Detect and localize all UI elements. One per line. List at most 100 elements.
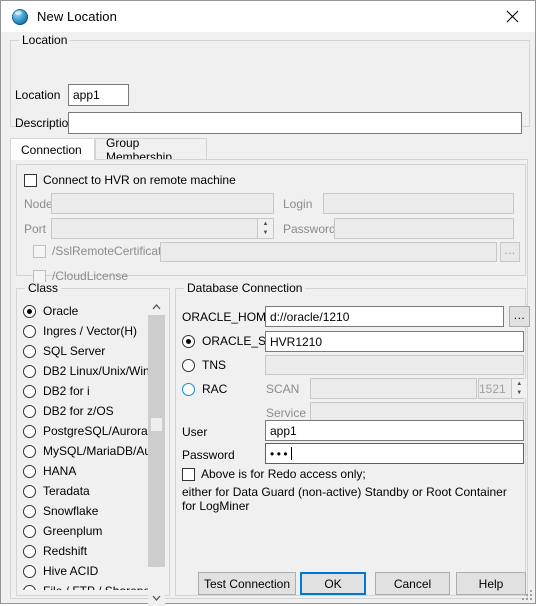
login-label: Login — [283, 197, 312, 211]
class-radio-postgresql-dot — [23, 425, 36, 438]
login-input[interactable] — [323, 193, 514, 214]
connection-tab-panel: Connect to HVR on remote machine Node Lo… — [10, 159, 528, 599]
test-connection-button[interactable]: Test Connection — [198, 572, 296, 595]
class-radio-hana-dot — [23, 465, 36, 478]
class-radio-db2-zos-label: DB2 for z/OS — [43, 404, 114, 418]
close-icon[interactable] — [490, 1, 535, 31]
class-radio-sql-server[interactable]: SQL Server — [23, 344, 105, 358]
class-radio-greenplum[interactable]: Greenplum — [23, 524, 102, 538]
service-label: Service — [266, 406, 306, 420]
rac-radio-dot — [182, 383, 195, 396]
class-radio-snowflake-label: Snowflake — [43, 504, 98, 518]
class-list-scrollbar[interactable] — [148, 298, 165, 606]
class-radio-sql-server-label: SQL Server — [43, 344, 105, 358]
description-input[interactable] — [68, 112, 522, 134]
rac-radio[interactable]: RAC — [182, 382, 227, 396]
class-list[interactable]: Oracle Ingres / Vector(H) SQL Server DB2… — [19, 298, 165, 590]
rac-radio-label: RAC — [202, 382, 227, 396]
location-group-title: Location — [19, 34, 70, 47]
class-radio-greenplum-dot — [23, 525, 36, 538]
class-list-scrollbar-track[interactable] — [148, 315, 165, 589]
help-button-label: Help — [479, 577, 504, 591]
port-spinner-up-icon[interactable]: ▲ — [258, 219, 273, 229]
ssl-remote-certificate-checkbox-box — [33, 245, 46, 258]
cancel-button[interactable]: Cancel — [375, 572, 450, 595]
class-radio-redshift-label: Redshift — [43, 544, 87, 558]
class-radio-teradata-label: Teradata — [43, 484, 90, 498]
button-bar: Test Connection OK Cancel Help — [1, 566, 535, 603]
oracle-home-input[interactable]: d://oracle/1210 — [265, 306, 504, 327]
cancel-button-label: Cancel — [394, 577, 431, 591]
class-radio-ingres-vector-dot — [23, 325, 36, 338]
class-radio-db2-zos[interactable]: DB2 for z/OS — [23, 404, 114, 418]
class-radio-oracle[interactable]: Oracle — [23, 304, 78, 318]
oracle-sid-input[interactable]: HVR1210 — [265, 331, 524, 352]
port-spinner-buttons[interactable]: ▲ ▼ — [257, 219, 273, 238]
ssl-browse-button[interactable]: ... — [500, 242, 520, 262]
class-radio-db2-for-i[interactable]: DB2 for i — [23, 384, 90, 398]
db-password-input[interactable]: ••• — [265, 443, 524, 464]
class-radio-teradata[interactable]: Teradata — [23, 484, 90, 498]
connect-remote-checkbox[interactable]: Connect to HVR on remote machine — [24, 173, 236, 187]
port-label: Port — [24, 222, 46, 236]
class-radio-redshift[interactable]: Redshift — [23, 544, 87, 558]
location-input[interactable]: app1 — [68, 84, 129, 106]
port-spinner[interactable]: ▲ ▼ — [51, 218, 274, 239]
redo-access-checkbox[interactable]: Above is for Redo access only; — [182, 467, 366, 481]
tab-strip: Connection Group Membership — [10, 138, 528, 160]
class-radio-db2-lux-dot — [23, 365, 36, 378]
redo-access-checkbox-box — [182, 468, 195, 481]
ok-button[interactable]: OK — [300, 572, 366, 595]
connect-remote-checkbox-box — [24, 174, 37, 187]
class-radio-mysql-label: MySQL/MariaDB/Aurora — [43, 444, 165, 458]
class-radio-ingres-vector-label: Ingres / Vector(H) — [43, 324, 137, 338]
class-radio-hana[interactable]: HANA — [23, 464, 76, 478]
tns-radio[interactable]: TNS — [182, 358, 226, 372]
oracle-sid-input-value: HVR1210 — [270, 336, 322, 348]
tab-group-membership[interactable]: Group Membership — [95, 138, 207, 160]
scan-port-spinner-down-icon[interactable]: ▼ — [512, 389, 527, 399]
scan-input[interactable] — [310, 378, 477, 399]
tab-connection[interactable]: Connection — [10, 138, 95, 160]
remote-password-input[interactable] — [334, 218, 514, 239]
class-radio-db2-zos-dot — [23, 405, 36, 418]
class-radio-teradata-dot — [23, 485, 36, 498]
node-label: Node — [24, 197, 53, 211]
class-radio-mysql[interactable]: MySQL/MariaDB/Aurora — [23, 444, 165, 458]
class-radio-postgresql[interactable]: PostgreSQL/Aurora — [23, 424, 148, 438]
tns-input[interactable] — [265, 355, 524, 375]
help-button[interactable]: Help — [456, 572, 526, 595]
tns-radio-dot — [182, 359, 195, 372]
resize-grip-icon[interactable] — [520, 588, 532, 600]
redo-access-checkbox-label: Above is for Redo access only; — [201, 467, 366, 481]
tab-connection-label: Connection — [21, 143, 82, 157]
oracle-sid-radio-dot — [182, 335, 195, 348]
oracle-home-browse-button[interactable]: ... — [509, 306, 530, 327]
scan-label: SCAN — [266, 382, 299, 396]
class-radio-ingres-vector[interactable]: Ingres / Vector(H) — [23, 324, 137, 338]
title-bar: New Location — [1, 1, 535, 32]
oracle-sid-radio[interactable]: ORACLE_SID — [182, 334, 278, 348]
class-radio-oracle-dot — [23, 305, 36, 318]
scan-port-spinner[interactable]: 1521 ▲ ▼ — [478, 378, 524, 399]
class-radio-db2-lux[interactable]: DB2 Linux/Unix/Windows — [23, 364, 165, 378]
class-radio-sql-server-dot — [23, 345, 36, 358]
class-list-scrollbar-thumb[interactable] — [148, 315, 165, 567]
class-radio-snowflake-dot — [23, 505, 36, 518]
db-user-label: User — [182, 425, 207, 439]
db-user-input[interactable]: app1 — [265, 420, 524, 441]
ssl-remote-certificate-checkbox[interactable]: /SslRemoteCertificate — [33, 244, 168, 258]
description-field-label: Description — [15, 116, 75, 130]
port-spinner-down-icon[interactable]: ▼ — [258, 229, 273, 239]
scan-port-spinner-up-icon[interactable]: ▲ — [512, 379, 527, 389]
ssl-browse-button-label: ... — [504, 243, 516, 257]
scan-port-spinner-buttons[interactable]: ▲ ▼ — [511, 379, 527, 398]
chevron-up-icon[interactable] — [148, 298, 165, 315]
class-radio-greenplum-label: Greenplum — [43, 524, 102, 538]
class-radio-snowflake[interactable]: Snowflake — [23, 504, 98, 518]
ssl-remote-certificate-input[interactable] — [160, 242, 497, 262]
db-user-input-value: app1 — [270, 425, 297, 437]
node-input[interactable] — [51, 193, 274, 214]
class-radio-db2-for-i-label: DB2 for i — [43, 384, 90, 398]
connect-remote-checkbox-label: Connect to HVR on remote machine — [43, 173, 236, 187]
